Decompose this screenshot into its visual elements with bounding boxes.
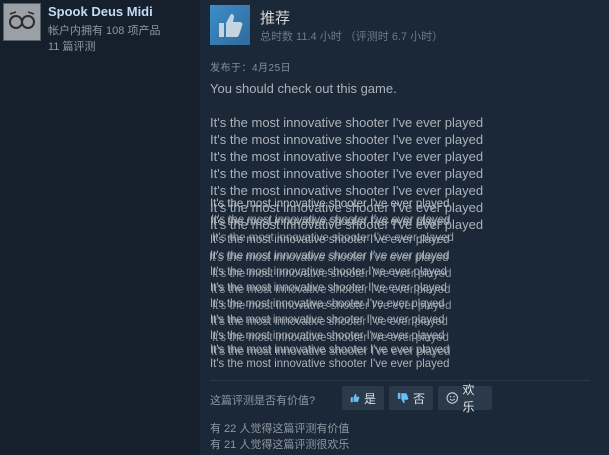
review-line: It's the most innovative shooter I've ev… — [210, 132, 484, 147]
avatar[interactable] — [3, 3, 41, 41]
playtime-hours: 总时数 11.4 小时 （评测时 6.7 小时） — [260, 31, 444, 43]
funny-count: 有 21 人觉得这篇评测很欢乐 — [210, 439, 350, 451]
posted-date: 发布于：4月25日 — [210, 63, 292, 74]
yes-label: 是 — [363, 391, 376, 406]
thumbs-up-icon — [350, 393, 360, 403]
funny-label: 欢乐 — [462, 383, 475, 414]
no-button[interactable]: 否 — [389, 386, 433, 410]
smiley-icon — [446, 392, 458, 404]
helpful-question: 这篇评测是否有价值? — [210, 395, 316, 407]
helpful-count: 有 22 人觉得这篇评测有价值 — [210, 423, 350, 435]
review-line: It's the most innovative shooter I've ev… — [210, 149, 484, 164]
glitched-review-line: It's the most innovative shooter I've ev… — [211, 212, 451, 226]
funny-button[interactable]: 欢乐 — [438, 383, 492, 414]
no-label: 否 — [412, 391, 425, 406]
glitched-review-line: It's the most innovative shooter I've ev… — [211, 314, 448, 328]
glitched-review-line: It's the most innovative shooter I've ev… — [211, 282, 451, 296]
glitched-review-line: It's the most innovative shooter I've ev… — [210, 250, 449, 264]
review-count[interactable]: 11 篇评测 — [48, 38, 95, 54]
recommended-badge — [210, 5, 250, 45]
yes-button[interactable]: 是 — [342, 386, 384, 410]
divider — [210, 380, 590, 381]
review-intro: You should check out this game. — [210, 81, 397, 96]
user-panel: Spook Deus Midi 帐户内拥有 108 项产品 11 篇评测 — [0, 0, 200, 455]
thumbs-down-icon — [397, 392, 409, 404]
avatar-image-icon — [4, 4, 40, 40]
glitched-review-line: It's the most innovative shooter I've ev… — [212, 266, 452, 280]
thumbs-up-icon — [219, 14, 243, 37]
glitched-review-line: It's the most innovative shooter I've ev… — [212, 298, 452, 312]
review-line: It's the most innovative shooter I've ev… — [210, 166, 484, 181]
glitched-review-line: It's the most innovative shooter I've ev… — [210, 196, 450, 210]
glitched-text-block: It's the most innovative shooter I've ev… — [210, 196, 500, 376]
glitched-review-line: It's the most innovative shooter I've ev… — [212, 230, 454, 244]
review-line: It's the most innovative shooter I've ev… — [210, 115, 484, 130]
username[interactable]: Spook Deus Midi — [48, 4, 153, 19]
products-owned[interactable]: 帐户内拥有 108 项产品 — [48, 22, 160, 38]
glitched-review-line: It's the most innovative shooter I've ev… — [210, 356, 450, 370]
review-verdict: 推荐 — [260, 10, 291, 27]
